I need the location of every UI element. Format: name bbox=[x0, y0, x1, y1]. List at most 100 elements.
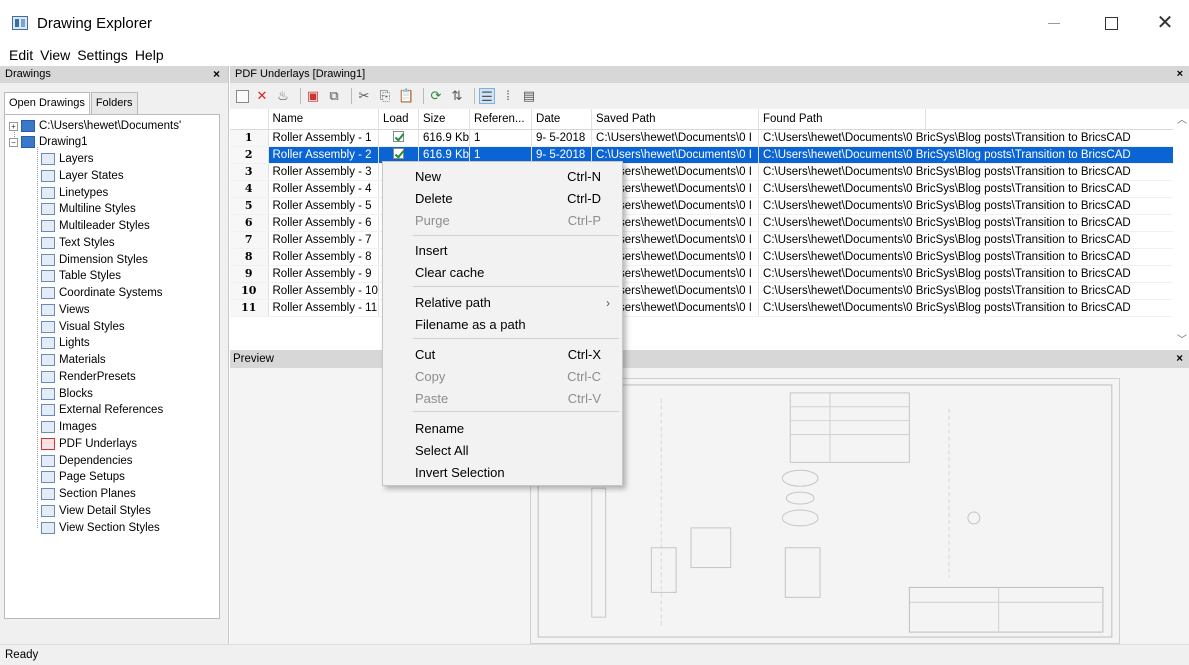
column-header-size[interactable]: Size bbox=[418, 109, 471, 130]
copy-icon[interactable]: ⎘ bbox=[377, 88, 393, 104]
cell-name[interactable]: Roller Assembly - 2 bbox=[268, 146, 379, 164]
tree-node-drawing1[interactable]: − Drawing1 bbox=[9, 134, 88, 150]
cell-found-path[interactable]: C:\Users\hewet\Documents\0 BricSys\Blog … bbox=[758, 265, 1189, 283]
table-row[interactable]: 3 Roller Assembly - 3 C:\Users\hewet\Docum… bbox=[230, 163, 1189, 181]
table-row[interactable]: 10 Roller Assembly - 10 C:\Users\hewet\Doc… bbox=[230, 282, 1189, 300]
cell-found-path[interactable]: C:\Users\hewet\Documents\0 BricSys\Blog … bbox=[758, 282, 1189, 300]
table-row[interactable]: 9 Roller Assembly - 9 C:\Users\hewet\Docum… bbox=[230, 265, 1189, 283]
menu-item-select-all[interactable]: Select All bbox=[383, 440, 622, 462]
tree-item-lights[interactable]: Lights bbox=[41, 335, 90, 351]
tree-item-dimension-styles[interactable]: Dimension Styles bbox=[41, 252, 148, 268]
menu-item-new[interactable]: New Ctrl-N bbox=[383, 166, 622, 188]
paste-icon[interactable]: 📋 bbox=[398, 88, 414, 104]
menu-settings[interactable]: Settings bbox=[77, 44, 128, 66]
close-icon[interactable]: × bbox=[1177, 66, 1183, 83]
cell-name[interactable]: Roller Assembly - 8 bbox=[268, 248, 379, 266]
column-header-date[interactable]: Date bbox=[531, 109, 593, 130]
menu-item-copy[interactable]: Copy Ctrl-C bbox=[383, 366, 622, 388]
tree-item-images[interactable]: Images bbox=[41, 419, 97, 435]
cell-found-path[interactable]: C:\Users\hewet\Documents\0 BricSys\Blog … bbox=[758, 214, 1189, 232]
close-icon[interactable]: × bbox=[213, 66, 220, 83]
menu-item-rename[interactable]: Rename bbox=[383, 418, 622, 440]
cell-name[interactable]: Roller Assembly - 1 bbox=[268, 129, 379, 147]
column-header-load[interactable]: Load bbox=[378, 109, 419, 130]
new-icon[interactable] bbox=[236, 89, 249, 103]
menu-item-filename-as-a-path[interactable]: Filename as a path bbox=[383, 314, 622, 336]
tree-item-coordinate-systems[interactable]: Coordinate Systems bbox=[41, 285, 163, 301]
tree-item-render-presets[interactable]: RenderPresets bbox=[41, 369, 136, 385]
purge-icon[interactable]: ♨ bbox=[275, 88, 291, 104]
tree-item-section-planes[interactable]: Section Planes bbox=[41, 486, 136, 502]
cell-found-path[interactable]: C:\Users\hewet\Documents\0 BricSys\Blog … bbox=[758, 129, 1189, 147]
expand-icon[interactable]: + bbox=[9, 121, 18, 131]
tree-item-multiline-styles[interactable]: Multiline Styles bbox=[41, 201, 136, 217]
cell-found-path[interactable]: C:\Users\hewet\Documents\0 BricSys\Blog … bbox=[758, 180, 1189, 198]
list-view-icon[interactable]: ⁞ bbox=[500, 88, 516, 104]
tree-item-visual-styles[interactable]: Visual Styles bbox=[41, 319, 125, 335]
table-row[interactable]: 6 Roller Assembly - 6 C:\Users\hewet\Docum… bbox=[230, 214, 1189, 232]
tree-item-layer-states[interactable]: Layer States bbox=[41, 168, 124, 184]
column-header-name[interactable]: Name bbox=[268, 109, 379, 130]
menu-item-delete[interactable]: Delete Ctrl-D bbox=[383, 188, 622, 210]
tree-item-external-references[interactable]: External References bbox=[41, 402, 163, 418]
scroll-up-icon[interactable]: ︿ bbox=[1177, 111, 1187, 126]
table-row[interactable]: 11 Roller Assembly - 11 C:\Users\hewet\Doc… bbox=[230, 299, 1189, 317]
cut-icon[interactable]: ✂ bbox=[356, 88, 372, 104]
cell-name[interactable]: Roller Assembly - 6 bbox=[268, 214, 379, 232]
tree-item-view-detail-styles[interactable]: View Detail Styles bbox=[41, 503, 151, 519]
menu-help[interactable]: Help bbox=[135, 44, 164, 66]
collapse-icon[interactable]: − bbox=[9, 137, 18, 147]
menu-item-relative-path[interactable]: Relative path › bbox=[383, 292, 622, 314]
vertical-scrollbar[interactable]: ︿ ﹀ bbox=[1173, 109, 1189, 349]
tree-view-icon[interactable]: ▤ bbox=[521, 88, 537, 104]
cell-found-path[interactable]: C:\Users\hewet\Documents\0 BricSys\Blog … bbox=[758, 146, 1189, 164]
table-row[interactable]: 5 Roller Assembly - 5 C:\Users\hewet\Docum… bbox=[230, 197, 1189, 215]
insert-icon[interactable]: ▣ bbox=[305, 88, 321, 104]
menu-item-invert-selection[interactable]: Invert Selection bbox=[383, 462, 622, 484]
tree-item-layers[interactable]: Layers bbox=[41, 151, 94, 167]
tree-item-view-section-styles[interactable]: View Section Styles bbox=[41, 520, 160, 536]
cell-name[interactable]: Roller Assembly - 10 bbox=[268, 282, 379, 300]
checkbox-icon[interactable] bbox=[392, 130, 404, 142]
table-row[interactable]: 8 Roller Assembly - 8 C:\Users\hewet\Docum… bbox=[230, 248, 1189, 266]
tab-folders[interactable]: Folders bbox=[90, 92, 138, 114]
cell-found-path[interactable]: C:\Users\hewet\Documents\0 BricSys\Blog … bbox=[758, 248, 1189, 266]
column-header-references[interactable]: Referen... bbox=[469, 109, 533, 130]
cell-name[interactable]: Roller Assembly - 5 bbox=[268, 197, 379, 215]
details-view-icon[interactable]: ☰ bbox=[479, 88, 495, 104]
table-row[interactable]: 7 Roller Assembly - 7 C:\Users\hewet\Docum… bbox=[230, 231, 1189, 249]
refresh-icon[interactable]: ⇅ bbox=[449, 88, 465, 104]
cell-found-path[interactable]: C:\Users\hewet\Documents\0 BricSys\Blog … bbox=[758, 231, 1189, 249]
menu-item-insert[interactable]: Insert bbox=[383, 240, 622, 262]
table-row[interactable]: 2 Roller Assembly - 2 616.9 Kb 1 9- 5-2018 C:… bbox=[230, 146, 1189, 164]
tree-item-linetypes[interactable]: Linetypes bbox=[41, 185, 108, 201]
cell-name[interactable]: Roller Assembly - 9 bbox=[268, 265, 379, 283]
tree-item-pdf-underlays[interactable]: PDF Underlays bbox=[41, 436, 137, 452]
cell-found-path[interactable]: C:\Users\hewet\Documents\0 BricSys\Blog … bbox=[758, 197, 1189, 215]
menu-item-paste[interactable]: Paste Ctrl-V bbox=[383, 388, 622, 410]
delete-icon[interactable]: ✕ bbox=[254, 88, 270, 104]
scroll-down-icon[interactable]: ﹀ bbox=[1177, 331, 1187, 346]
reload-icon[interactable]: ⟳ bbox=[428, 88, 444, 104]
tree-item-multileader-styles[interactable]: Multileader Styles bbox=[41, 218, 150, 234]
cell-name[interactable]: Roller Assembly - 3 bbox=[268, 163, 379, 181]
tree-node-documents[interactable]: + C:\Users\hewet\Documents' bbox=[9, 118, 181, 134]
cell-name[interactable]: Roller Assembly - 11 bbox=[268, 299, 379, 317]
tree-item-page-setups[interactable]: Page Setups bbox=[41, 469, 125, 485]
menu-item-cut[interactable]: Cut Ctrl-X bbox=[383, 344, 622, 366]
checkbox-icon[interactable] bbox=[392, 147, 404, 159]
menu-item-clear-cache[interactable]: Clear cache bbox=[383, 262, 622, 284]
table-row[interactable]: 1 Roller Assembly - 1 616.9 Kb 1 9- 5-2018 C:… bbox=[230, 129, 1189, 147]
tree-item-text-styles[interactable]: Text Styles bbox=[41, 235, 115, 251]
minimize-button[interactable] bbox=[1040, 12, 1070, 34]
menu-edit[interactable]: Edit bbox=[9, 44, 33, 66]
tab-open-drawings[interactable]: Open Drawings bbox=[4, 92, 90, 115]
cell-name[interactable]: Roller Assembly - 7 bbox=[268, 231, 379, 249]
column-header-saved-path[interactable]: Saved Path bbox=[591, 109, 760, 130]
menu-item-purge[interactable]: Purge Ctrl-P bbox=[383, 210, 622, 232]
column-header-found-path[interactable]: Found Path bbox=[758, 109, 927, 130]
tree-item-views[interactable]: Views bbox=[41, 302, 89, 318]
close-icon[interactable]: × bbox=[1176, 350, 1183, 368]
tree-item-blocks[interactable]: Blocks bbox=[41, 386, 93, 402]
tree-item-materials[interactable]: Materials bbox=[41, 352, 106, 368]
